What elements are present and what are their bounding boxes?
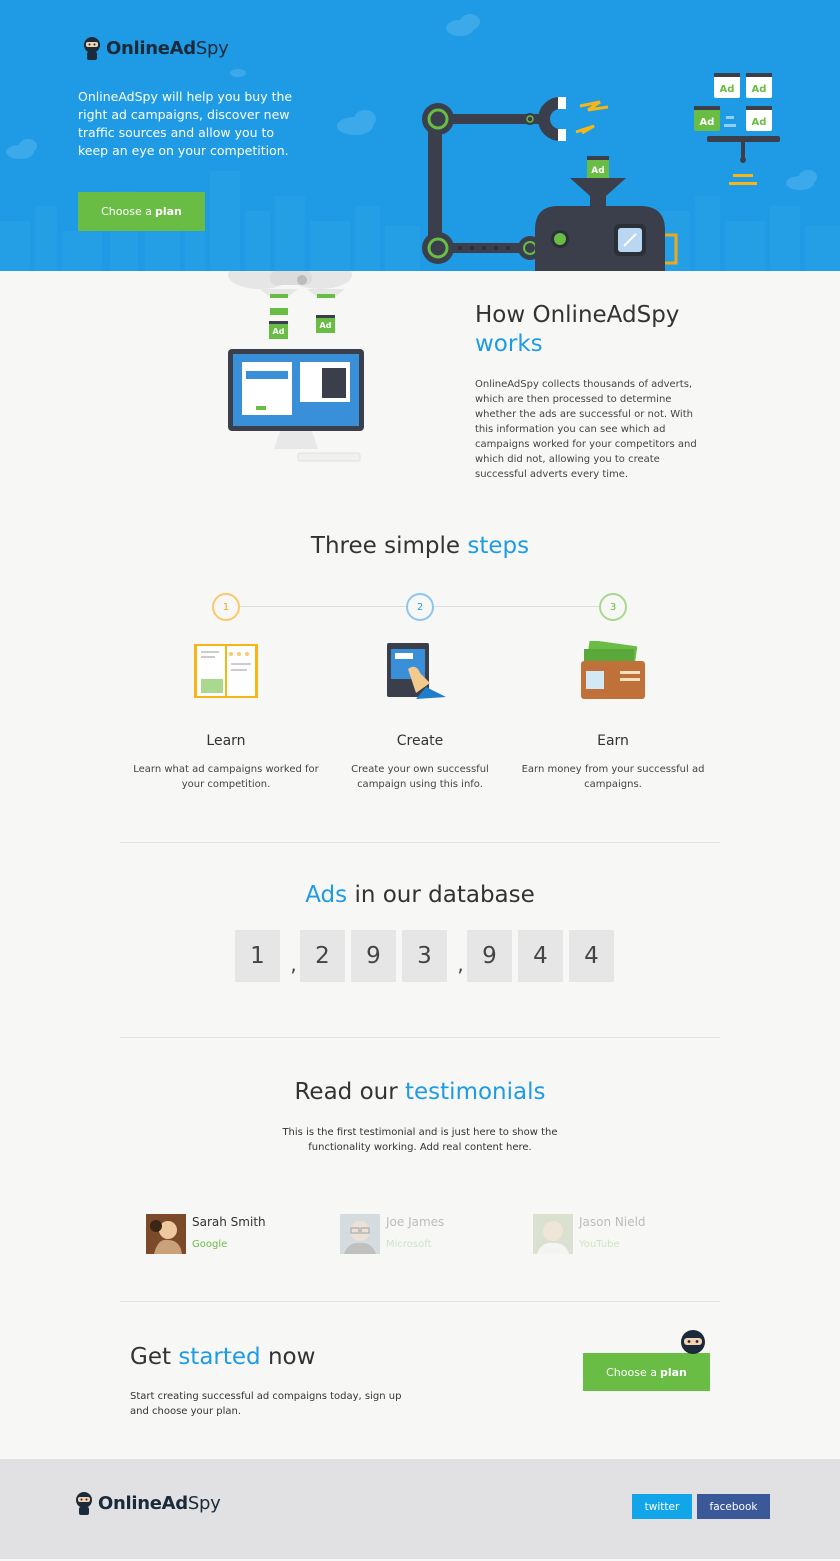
book-icon xyxy=(194,644,258,698)
avatar xyxy=(146,1214,186,1254)
tablet-touch-icon xyxy=(387,643,446,699)
testimonial-company: Microsoft xyxy=(386,1239,432,1250)
how-it-works-title: How OnlineAdSpy works xyxy=(475,301,679,359)
testimonial-name: Joe James xyxy=(386,1215,445,1229)
counter-digit: 3 xyxy=(402,930,447,982)
counter-digit: 9 xyxy=(467,930,512,982)
testimonial-person[interactable]: Jason Nield YouTube xyxy=(533,1214,646,1254)
counter-digit: 1 xyxy=(235,930,280,982)
testimonial-quote: This is the first testimonial and is jus… xyxy=(282,1127,558,1153)
how-title-accent: works xyxy=(475,331,543,357)
logo-name-bold: OnlineAd xyxy=(106,37,196,59)
testimonial-person[interactable]: Joe James Microsoft xyxy=(340,1214,444,1254)
get-started-section: Get started now Start creating successfu… xyxy=(0,1302,840,1459)
machine-ad-label: Ad xyxy=(591,166,604,176)
brand-logo[interactable]: OnlineAdSpy xyxy=(82,36,229,60)
ads-counter: 1 , 2 9 3 , 9 4 4 xyxy=(235,930,620,982)
testimonial-name: Jason Nield xyxy=(579,1215,646,1229)
cta-title-post: now xyxy=(267,1344,316,1370)
hero-tagline: OnlineAdSpy will help you buy the right … xyxy=(78,89,293,158)
steps-section: Three simple steps 1 2 3 Learn Create Ea… xyxy=(0,501,840,843)
testimonial-company: YouTube xyxy=(579,1239,620,1250)
ninja-mascot-icon xyxy=(681,1330,705,1354)
ninja-logo-icon xyxy=(84,37,100,60)
counter-digit: 4 xyxy=(518,930,563,982)
how-title-main: How OnlineAdSpy xyxy=(475,302,680,328)
facebook-button[interactable]: facebook xyxy=(697,1494,770,1519)
steps-title-accent: steps xyxy=(467,533,530,559)
output-ad-label: Ad xyxy=(700,117,715,128)
step-description: Earn money from your successful ad campa… xyxy=(521,764,705,790)
twitter-button[interactable]: twitter xyxy=(632,1494,692,1519)
testimonials-section: Read our testimonials This is the first … xyxy=(0,1038,840,1302)
avatar xyxy=(533,1214,573,1254)
step-title-learn: Learn xyxy=(206,733,246,749)
get-started-title: Get started now xyxy=(130,1343,315,1372)
ad-machine-illustration: Ad Ad Ad Ad Ad xyxy=(422,73,780,271)
testimonial-company: Google xyxy=(192,1239,228,1250)
output-ad-label: Ad xyxy=(752,117,767,128)
testimonial-person-selected[interactable]: Sarah Smith Google xyxy=(146,1214,266,1254)
monitor-illustration: Ad Ad xyxy=(228,271,364,462)
counter-digit: 4 xyxy=(569,930,614,982)
steps-title: Three simple steps xyxy=(0,532,840,561)
database-title: Ads in our database xyxy=(0,881,840,910)
how-it-works-section: Ad Ad How OnlineAdSpy works OnlineAdSpy … xyxy=(0,271,840,501)
counter-separator: , xyxy=(290,952,297,976)
cta-title-accent: started xyxy=(178,1344,261,1370)
step-description: Learn what ad campaigns worked for your … xyxy=(133,764,319,790)
avatar xyxy=(340,1214,380,1254)
falling-ad-label: Ad xyxy=(273,327,285,336)
testimonials-title-accent: testimonials xyxy=(405,1079,546,1105)
counter-digit: 2 xyxy=(300,930,345,982)
logo-name-bold: OnlineAd xyxy=(98,1492,188,1514)
button-label-bold: plan xyxy=(659,1365,687,1379)
steps-title-main: Three simple xyxy=(310,533,461,559)
how-it-works-description: OnlineAdSpy collects thousands of advert… xyxy=(475,379,697,480)
cta-choose-plan-button[interactable]: Choose a plan xyxy=(583,1353,710,1391)
footer-brand-logo[interactable]: OnlineAdSpy xyxy=(74,1491,221,1515)
step-title-create: Create xyxy=(396,733,444,749)
falling-ad-label: Ad xyxy=(320,321,332,330)
step-number-badge: 3 xyxy=(599,593,627,621)
logo-name-light: Spy xyxy=(195,37,229,59)
database-title-accent: Ads xyxy=(305,882,348,908)
footer: OnlineAdSpy twitter facebook xyxy=(0,1459,840,1559)
button-label-pre: Choose a xyxy=(606,1365,657,1379)
testimonial-name: Sarah Smith xyxy=(192,1215,266,1229)
get-started-description: Start creating successful ad compaigns t… xyxy=(130,1391,402,1417)
step-title-earn: Earn xyxy=(597,733,629,749)
hero-section: OnlineAdSpy OnlineAdSpy will help you bu… xyxy=(0,0,840,271)
ninja-logo-icon xyxy=(76,1492,92,1515)
step-number-badge: 2 xyxy=(406,593,434,621)
ads-database-section: Ads in our database 1 , 2 9 3 , 9 4 4 xyxy=(0,841,840,1038)
database-title-main: in our database xyxy=(354,882,535,908)
testimonials-title: Read our testimonials xyxy=(0,1078,840,1107)
counter-digit: 9 xyxy=(351,930,396,982)
output-ad-label: Ad xyxy=(752,84,767,95)
step-description: Create your own successful campaign usin… xyxy=(351,764,489,790)
counter-separator: , xyxy=(457,952,464,976)
wallet-icon xyxy=(581,641,645,699)
cta-title-pre: Get xyxy=(130,1344,171,1370)
testimonials-title-main: Read our xyxy=(294,1079,398,1105)
logo-name-light: Spy xyxy=(187,1492,221,1514)
step-number-badge: 1 xyxy=(212,593,240,621)
button-label-pre: Choose a xyxy=(101,205,152,218)
output-ad-label: Ad xyxy=(720,84,735,95)
hero-choose-plan-button[interactable]: Choose a plan xyxy=(78,192,205,231)
button-label-bold: plan xyxy=(154,205,182,218)
